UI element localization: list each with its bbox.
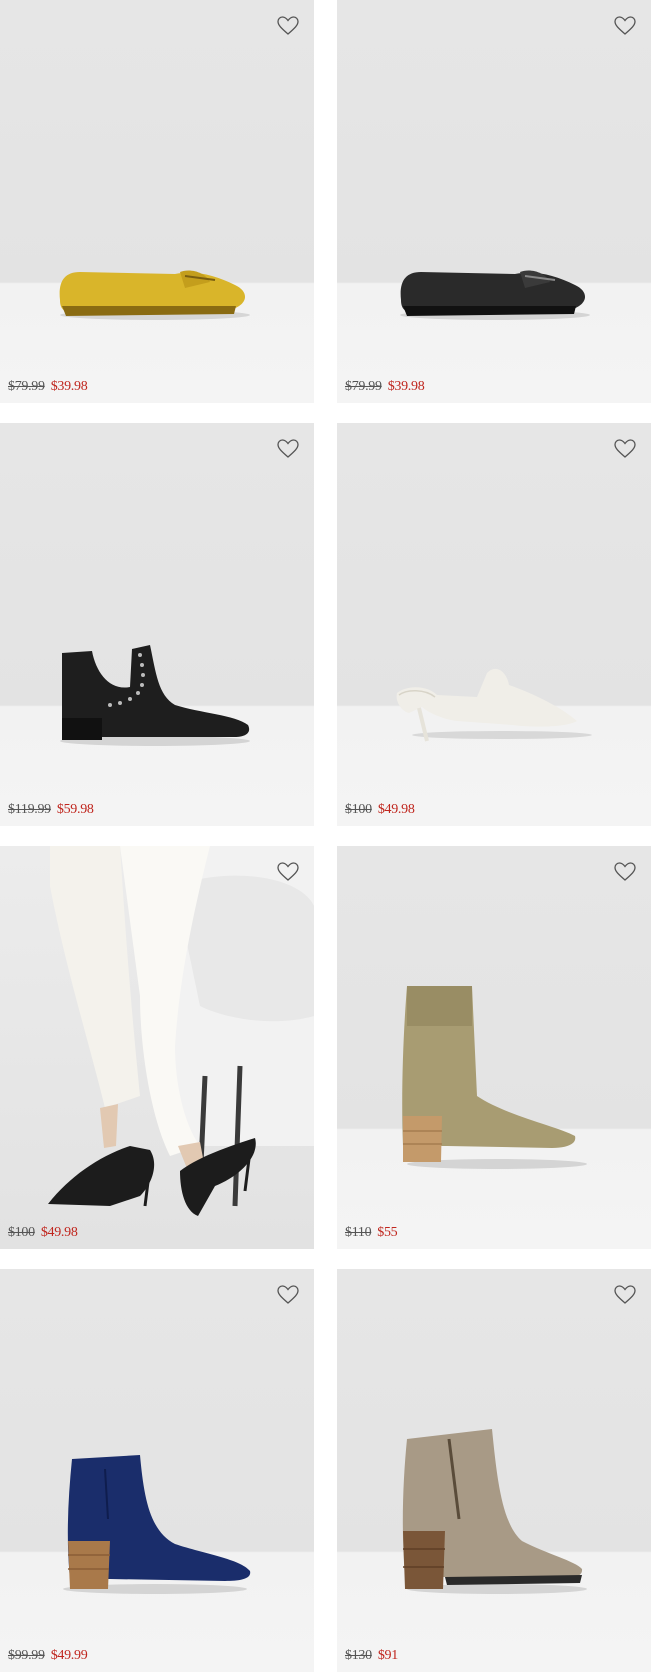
original-price: $130 bbox=[345, 1648, 372, 1663]
original-price: $119.99 bbox=[8, 802, 51, 817]
heart-outline-icon[interactable] bbox=[613, 14, 637, 38]
price: $79.99 $39.98 bbox=[345, 379, 425, 395]
product-image[interactable] bbox=[337, 423, 651, 826]
price: $130 $91 bbox=[345, 1648, 398, 1664]
product-card[interactable]: $79.99 $39.98 bbox=[0, 0, 314, 403]
original-price: $100 bbox=[8, 1225, 35, 1240]
sale-price: $91 bbox=[377, 1648, 398, 1663]
sale-price: $39.98 bbox=[50, 379, 88, 394]
price: $99.99 $49.99 bbox=[8, 1648, 88, 1664]
original-price: $100 bbox=[345, 802, 372, 817]
sale-price: $49.99 bbox=[50, 1648, 88, 1663]
sale-price: $39.98 bbox=[387, 379, 425, 394]
heart-outline-icon[interactable] bbox=[613, 1283, 637, 1307]
product-grid: $79.99 $39.98 $79.99 $39.98 $119.99 $59.… bbox=[0, 0, 661, 1679]
original-price: $110 bbox=[345, 1225, 372, 1240]
price: $100 $49.98 bbox=[345, 802, 415, 818]
product-image[interactable] bbox=[0, 1269, 314, 1672]
heart-outline-icon[interactable] bbox=[613, 437, 637, 461]
heart-outline-icon[interactable] bbox=[276, 437, 300, 461]
heart-outline-icon[interactable] bbox=[276, 860, 300, 884]
price: $110 $55 bbox=[345, 1225, 398, 1241]
heart-outline-icon[interactable] bbox=[276, 1283, 300, 1307]
product-image[interactable] bbox=[337, 846, 651, 1249]
price: $119.99 $59.98 bbox=[8, 802, 94, 818]
heart-outline-icon[interactable] bbox=[613, 860, 637, 884]
price: $79.99 $39.98 bbox=[8, 379, 88, 395]
sale-price: $49.98 bbox=[40, 1225, 78, 1240]
sale-price: $55 bbox=[377, 1225, 398, 1240]
original-price: $79.99 bbox=[8, 379, 45, 394]
product-card[interactable]: $100 $49.98 bbox=[0, 846, 314, 1249]
product-card[interactable]: $119.99 $59.98 bbox=[0, 423, 314, 826]
product-card[interactable]: $79.99 $39.98 bbox=[337, 0, 651, 403]
sale-price: $49.98 bbox=[377, 802, 415, 817]
product-card[interactable]: $130 $91 bbox=[337, 1269, 651, 1672]
product-image[interactable] bbox=[0, 0, 314, 403]
original-price: $79.99 bbox=[345, 379, 382, 394]
product-image[interactable] bbox=[0, 423, 314, 826]
product-card[interactable]: $110 $55 bbox=[337, 846, 651, 1249]
price: $100 $49.98 bbox=[8, 1225, 78, 1241]
product-image[interactable] bbox=[337, 1269, 651, 1672]
sale-price: $59.98 bbox=[56, 802, 94, 817]
product-card[interactable]: $100 $49.98 bbox=[337, 423, 651, 826]
product-image[interactable] bbox=[337, 0, 651, 403]
original-price: $99.99 bbox=[8, 1648, 45, 1663]
heart-outline-icon[interactable] bbox=[276, 14, 300, 38]
product-card[interactable]: $99.99 $49.99 bbox=[0, 1269, 314, 1672]
product-image[interactable] bbox=[0, 846, 314, 1249]
